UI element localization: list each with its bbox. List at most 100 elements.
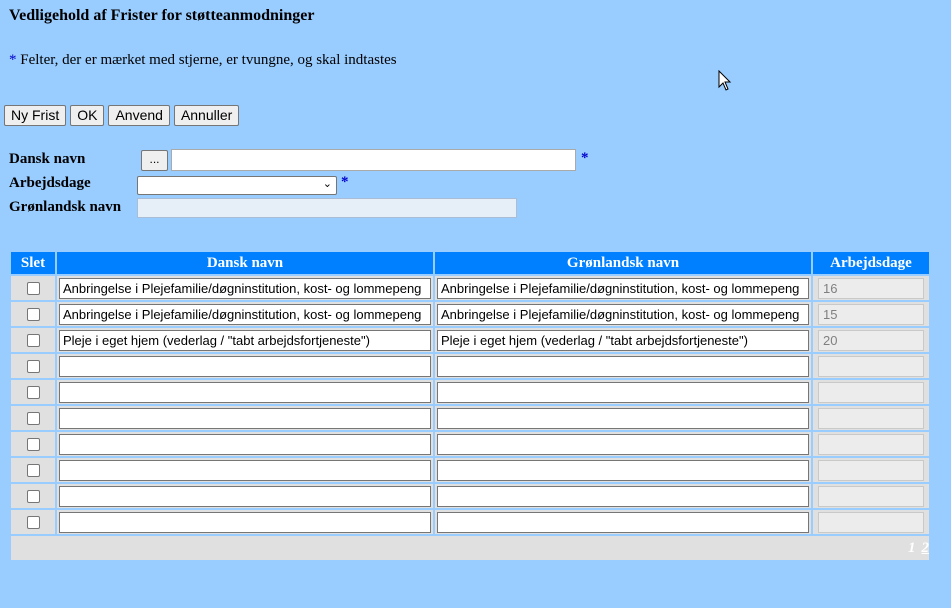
ok-button[interactable]: OK [70, 105, 105, 126]
page-link-current[interactable]: 1 [908, 540, 916, 556]
dansk-navn-cell [57, 380, 433, 404]
dansk-navn-cell-input[interactable] [59, 485, 431, 507]
column-header-arbejdsdage: Arbejdsdage [813, 252, 929, 274]
dansk-navn-cell-input[interactable] [59, 381, 431, 403]
arbejdsdage-cell-input [818, 511, 924, 533]
mouse-pointer-icon [718, 70, 732, 91]
delete-checkbox[interactable] [26, 359, 40, 373]
arbejdsdage-cell [813, 510, 929, 534]
page-title: Vedligehold af Frister for støtteanmodni… [9, 7, 315, 24]
gronlandsk-navn-cell-input[interactable]: Anbringelse i Plejefamilie/døgninstituti… [437, 303, 809, 325]
delete-checkbox[interactable] [26, 385, 40, 399]
dansk-navn-cell-input[interactable] [59, 355, 431, 377]
table-row [11, 510, 929, 534]
table-header-row: Slet Dansk navn Grønlandsk navn Arbejdsd… [11, 252, 929, 274]
dansk-navn-cell-input[interactable]: Anbringelse i Plejefamilie/døgninstituti… [59, 303, 431, 325]
gronlandsk-navn-cell-input[interactable]: Pleje i eget hjem (vederlag / "tabt arbe… [437, 329, 809, 351]
slet-cell [11, 458, 55, 482]
gronlandsk-navn-cell-input[interactable] [437, 355, 809, 377]
required-note-star: * [9, 52, 17, 68]
gronlandsk-navn-cell-input[interactable] [437, 407, 809, 429]
table-row: Pleje i eget hjem (vederlag / "tabt arbe… [11, 328, 929, 352]
column-header-gronlandsk-navn: Grønlandsk navn [435, 252, 811, 274]
dansk-navn-cell-input[interactable] [59, 433, 431, 455]
table-row [11, 458, 929, 482]
gronlandsk-navn-cell [435, 380, 811, 404]
dansk-navn-cell-input[interactable] [59, 459, 431, 481]
dansk-navn-cell [57, 406, 433, 430]
arbejdsdage-cell: 16 [813, 276, 929, 300]
delete-checkbox[interactable] [26, 489, 40, 503]
delete-checkbox[interactable] [26, 515, 40, 529]
gronlandsk-navn-input [137, 198, 517, 218]
dansk-navn-cell: Anbringelse i Plejefamilie/døgninstituti… [57, 302, 433, 326]
gronlandsk-navn-cell-input[interactable] [437, 381, 809, 403]
slet-cell [11, 302, 55, 326]
dansk-navn-cell-input[interactable]: Pleje i eget hjem (vederlag / "tabt arbe… [59, 329, 431, 351]
gronlandsk-navn-cell-input[interactable] [437, 485, 809, 507]
apply-button[interactable]: Anvend [108, 105, 170, 126]
gronlandsk-navn-cell-input[interactable] [437, 459, 809, 481]
slet-cell [11, 432, 55, 456]
arbejdsdage-required-marker: * [341, 174, 349, 190]
dansk-navn-input[interactable] [171, 149, 576, 171]
page-link-next[interactable]: 2 [922, 540, 930, 556]
dansk-navn-cell-input[interactable] [59, 511, 431, 533]
arbejdsdage-cell-input [818, 355, 924, 377]
gronlandsk-navn-cell [435, 354, 811, 378]
slet-cell [11, 510, 55, 534]
arbejdsdage-cell: 15 [813, 302, 929, 326]
arbejdsdage-cell [813, 406, 929, 430]
delete-checkbox[interactable] [26, 463, 40, 477]
delete-checkbox[interactable] [26, 307, 40, 321]
delete-checkbox[interactable] [26, 333, 40, 347]
table-row [11, 354, 929, 378]
table-row [11, 484, 929, 508]
toolbar: Ny Frist OK Anvend Annuller [4, 105, 240, 126]
dansk-navn-cell: Anbringelse i Plejefamilie/døgninstituti… [57, 276, 433, 300]
arbejdsdage-cell-input [818, 407, 924, 429]
dansk-navn-cell [57, 510, 433, 534]
gronlandsk-navn-cell: Anbringelse i Plejefamilie/døgninstituti… [435, 302, 811, 326]
slet-cell [11, 276, 55, 300]
dansk-navn-cell-input[interactable] [59, 407, 431, 429]
delete-checkbox[interactable] [26, 281, 40, 295]
arbejdsdage-cell-input [818, 459, 924, 481]
new-deadline-button[interactable]: Ny Frist [4, 105, 67, 126]
arbejdsdage-cell [813, 354, 929, 378]
gronlandsk-navn-cell-input[interactable] [437, 511, 809, 533]
gronlandsk-navn-cell [435, 406, 811, 430]
dansk-navn-cell: Pleje i eget hjem (vederlag / "tabt arbe… [57, 328, 433, 352]
gronlandsk-navn-cell [435, 458, 811, 482]
slet-cell [11, 380, 55, 404]
table-row [11, 406, 929, 430]
slet-cell [11, 406, 55, 430]
table-row [11, 432, 929, 456]
arbejdsdage-label: Arbejdsdage [9, 175, 91, 191]
dansk-navn-cell [57, 484, 433, 508]
column-header-dansk-navn: Dansk navn [57, 252, 433, 274]
gronlandsk-navn-cell [435, 484, 811, 508]
arbejdsdage-cell-input: 16 [818, 277, 924, 299]
dansk-navn-cell-input[interactable]: Anbringelse i Plejefamilie/døgninstituti… [59, 277, 431, 299]
gronlandsk-navn-cell-input[interactable]: Anbringelse i Plejefamilie/døgninstituti… [437, 277, 809, 299]
required-note-text: Felter, der er mærket med stjerne, er tv… [16, 52, 397, 68]
arbejdsdage-cell [813, 432, 929, 456]
arbejdsdage-cell [813, 458, 929, 482]
delete-checkbox[interactable] [26, 437, 40, 451]
gronlandsk-navn-cell [435, 432, 811, 456]
dansk-navn-cell [57, 458, 433, 482]
dansk-navn-required-marker: * [581, 150, 589, 166]
gronlandsk-navn-cell [435, 510, 811, 534]
slet-cell [11, 484, 55, 508]
lookup-button[interactable]: ... [141, 150, 168, 171]
dansk-navn-cell [57, 432, 433, 456]
arbejdsdage-cell-input: 15 [818, 303, 924, 325]
chevron-down-icon: ⌄ [322, 177, 332, 190]
pager-row: 12 [11, 536, 929, 560]
delete-checkbox[interactable] [26, 411, 40, 425]
gronlandsk-navn-cell-input[interactable] [437, 433, 809, 455]
cancel-button[interactable]: Annuller [173, 105, 240, 126]
gronlandsk-navn-label: Grønlandsk navn [9, 199, 122, 215]
arbejdsdage-select[interactable]: ⌄ [137, 176, 337, 195]
